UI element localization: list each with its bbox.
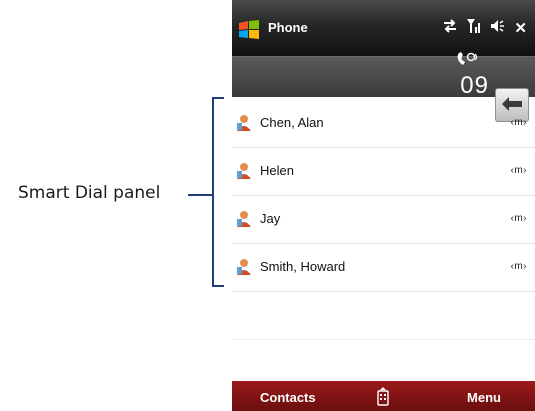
annotation: Smart Dial panel bbox=[0, 0, 225, 411]
mobile-number-indicator[interactable]: ‹m› bbox=[511, 261, 528, 272]
connectivity-icon[interactable] bbox=[442, 19, 458, 36]
dial-display bbox=[232, 56, 535, 97]
contact-name: Chen, Alan bbox=[260, 115, 324, 130]
menu-softkey[interactable]: Menu bbox=[467, 390, 501, 405]
mobile-number-indicator[interactable]: ‹m› bbox=[511, 213, 528, 224]
status-icons: ✕ bbox=[442, 18, 527, 37]
contact-avatar-icon bbox=[237, 259, 251, 275]
contact-row[interactable]: Helen ‹m› bbox=[232, 148, 535, 196]
contact-avatar-icon bbox=[237, 211, 251, 227]
contacts-softkey[interactable]: Contacts bbox=[260, 390, 316, 405]
signal-icon[interactable] bbox=[466, 18, 482, 37]
contact-avatar-icon bbox=[237, 115, 251, 131]
dialed-digits: 09 bbox=[460, 72, 489, 99]
contact-row[interactable]: Chen, Alan ‹m› bbox=[232, 100, 535, 148]
annotation-bracket-bottom bbox=[212, 285, 224, 287]
contact-name: Smith, Howard bbox=[260, 259, 346, 274]
volume-icon[interactable] bbox=[490, 19, 506, 36]
titlebar: Phone ✕ bbox=[232, 0, 535, 56]
mobile-number-indicator[interactable]: ‹m› bbox=[511, 165, 528, 176]
annotation-bracket-top bbox=[212, 97, 224, 99]
input-panel-icon[interactable] bbox=[377, 386, 389, 406]
softkey-bar: Contacts Menu bbox=[232, 381, 535, 411]
windows-start-icon[interactable] bbox=[238, 20, 260, 40]
smart-dial-list: Chen, Alan ‹m› Helen ‹m› Jay ‹m› Smith, … bbox=[232, 100, 535, 388]
close-icon[interactable]: ✕ bbox=[514, 19, 527, 37]
smart-dial-panel-label: Smart Dial panel bbox=[18, 183, 161, 203]
contact-name: Jay bbox=[260, 211, 281, 226]
annotation-bracket bbox=[212, 98, 214, 286]
contact-row[interactable]: Smith, Howard ‹m› bbox=[232, 244, 535, 292]
annotation-leader-line bbox=[188, 194, 204, 196]
contact-row[interactable]: Jay ‹m› bbox=[232, 196, 535, 244]
phone-screen: Phone ✕ 09 Chen, Alan ‹m› Helen ‹m› Jay … bbox=[232, 0, 535, 411]
contact-name: Helen bbox=[260, 163, 294, 178]
contact-avatar-icon bbox=[237, 163, 251, 179]
window-title: Phone bbox=[268, 20, 308, 35]
mobile-number-indicator[interactable]: ‹m› bbox=[511, 117, 528, 128]
empty-list-row bbox=[232, 292, 535, 340]
